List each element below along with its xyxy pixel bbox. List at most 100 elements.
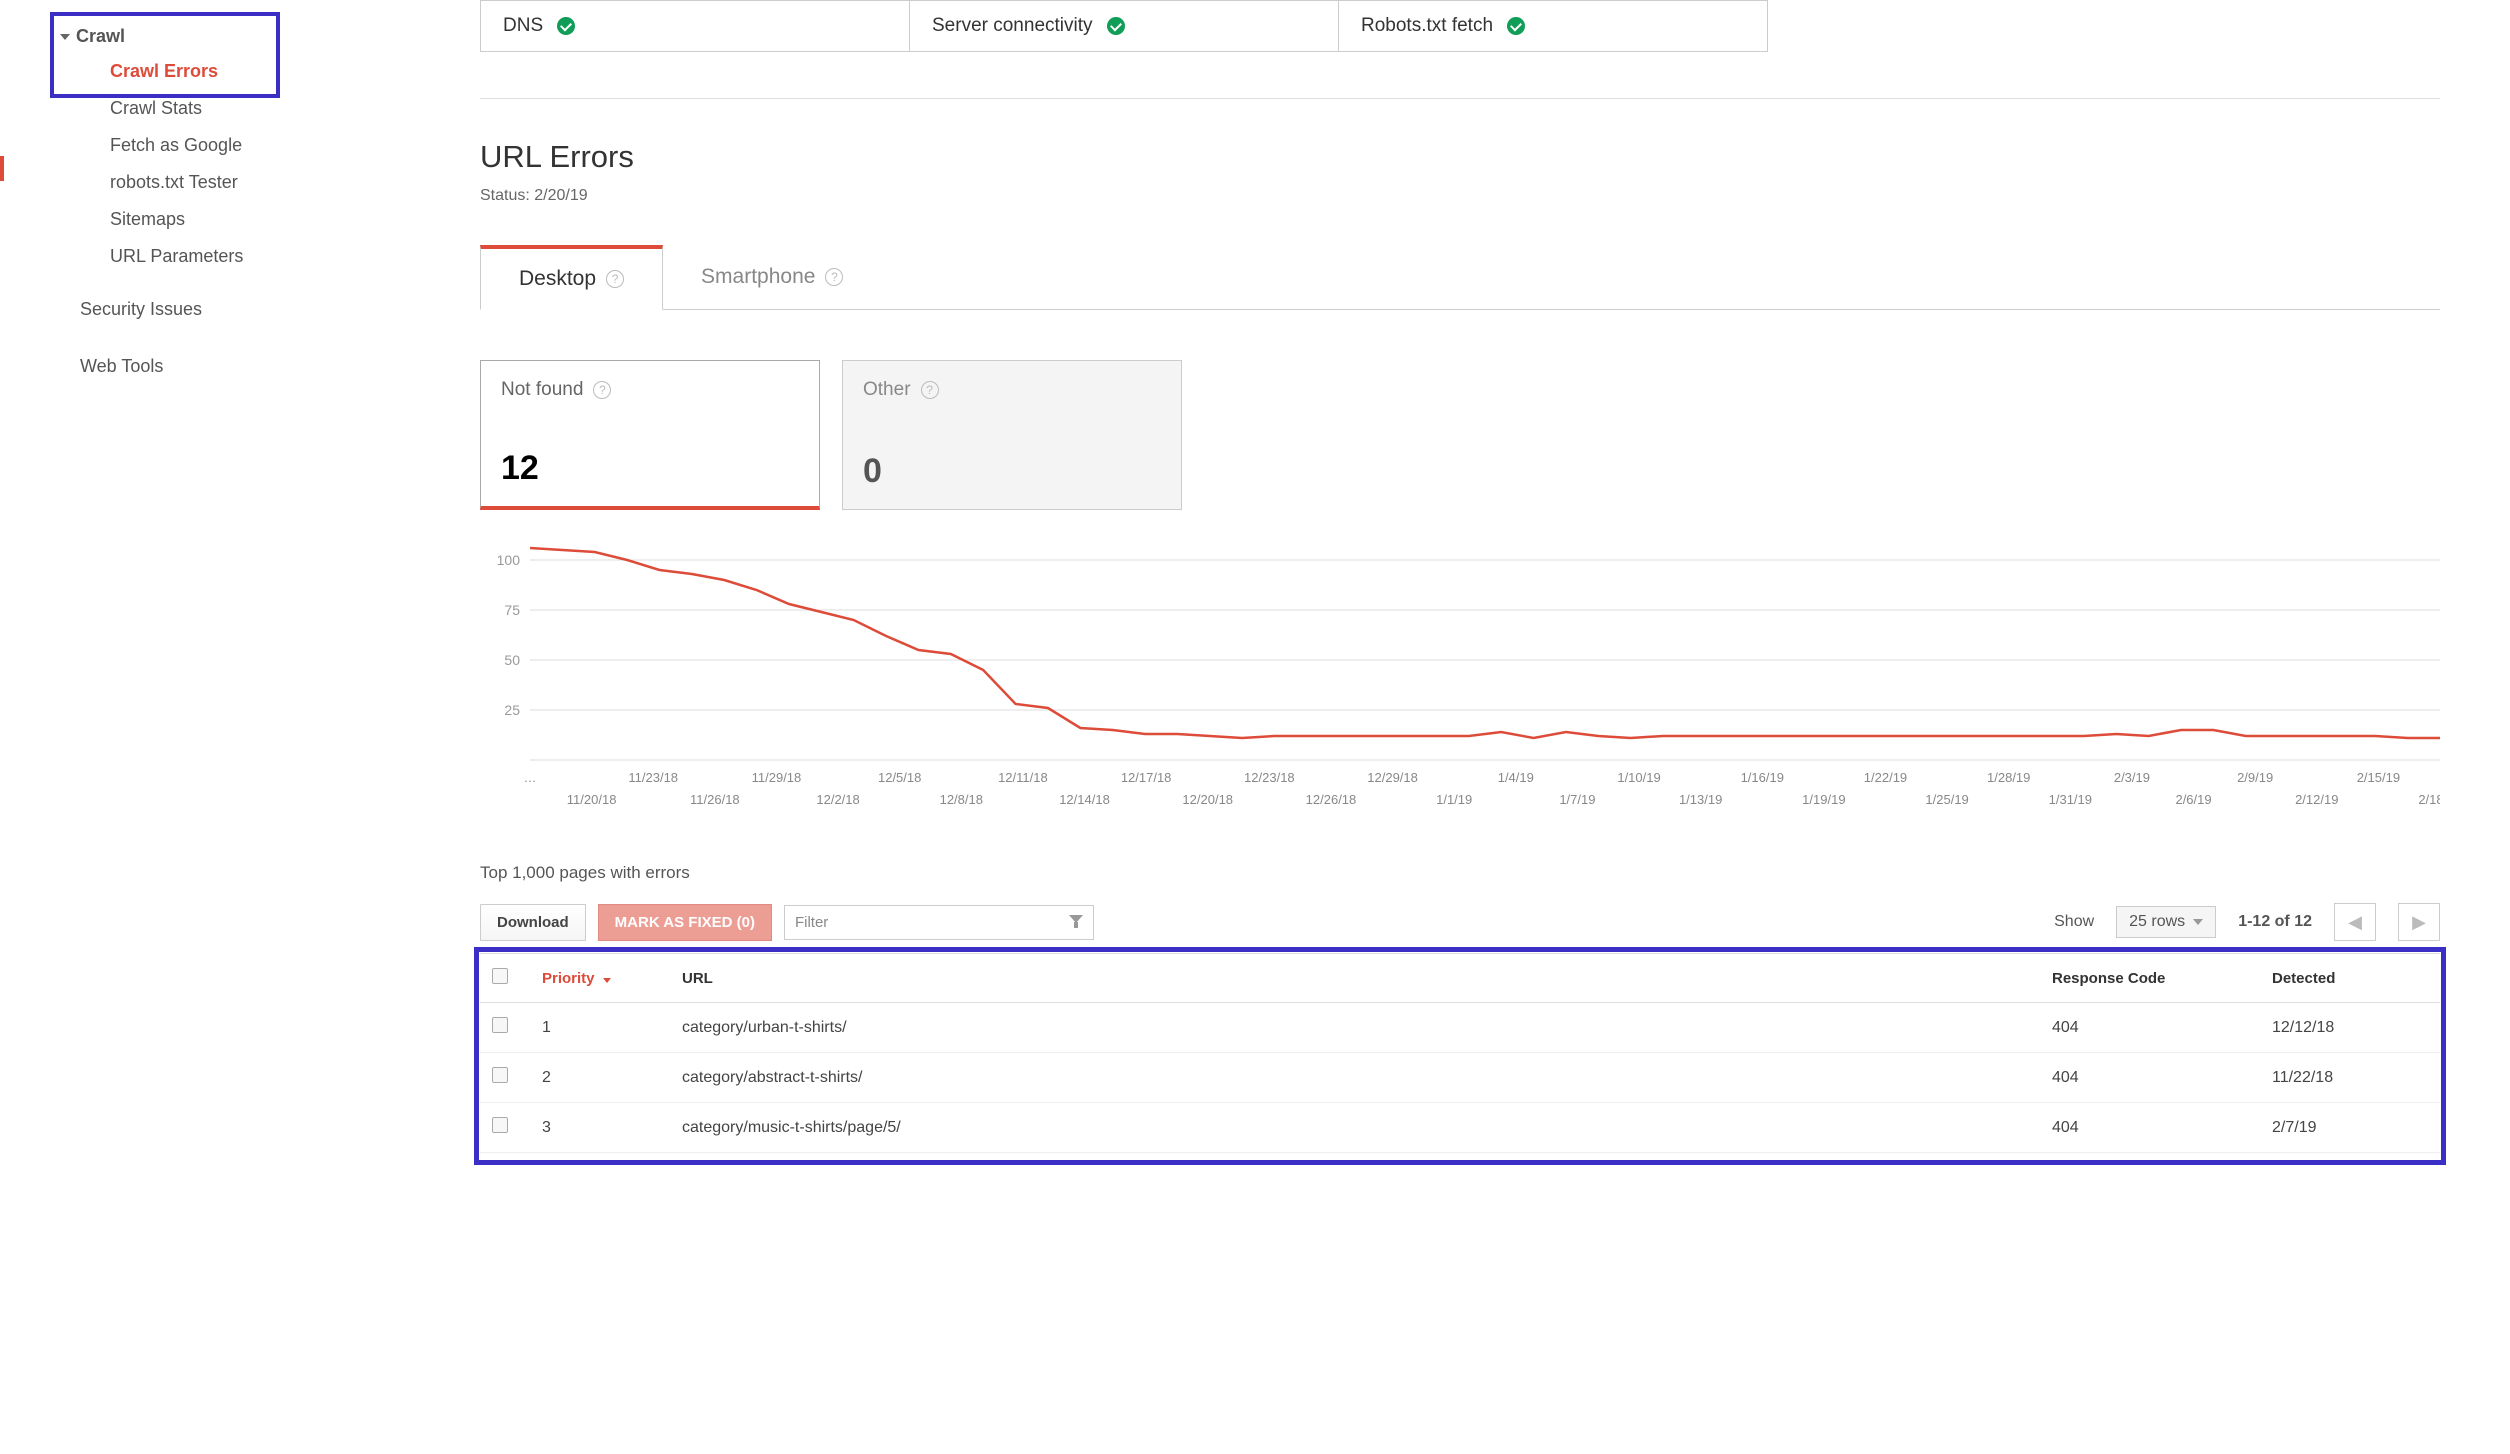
svg-text:1/16/19: 1/16/19: [1741, 770, 1784, 785]
error-trend-chart: 255075100…11/20/1811/23/1811/26/1811/29/…: [480, 530, 2440, 833]
show-label: Show: [2054, 913, 2094, 931]
col-detected[interactable]: Detected: [2260, 954, 2440, 1003]
svg-text:1/1/19: 1/1/19: [1436, 792, 1472, 807]
chart-svg: 255075100…11/20/1811/23/1811/26/1811/29/…: [480, 530, 2440, 830]
metric-label: Other: [863, 379, 911, 401]
next-page-button[interactable]: ▶: [2398, 903, 2440, 941]
svg-text:2/15/19: 2/15/19: [2357, 770, 2400, 785]
svg-text:11/29/18: 11/29/18: [752, 770, 802, 785]
cell-detected: 11/22/18: [2260, 1053, 2440, 1103]
svg-text:12/8/18: 12/8/18: [940, 792, 983, 807]
download-button[interactable]: Download: [480, 904, 586, 941]
chevron-down-icon: [2193, 919, 2203, 925]
svg-text:12/14/18: 12/14/18: [1059, 792, 1110, 807]
status-card-robots[interactable]: Robots.txt fetch: [1338, 0, 1768, 52]
page-title: URL Errors: [480, 139, 2440, 175]
check-icon: [1107, 17, 1125, 35]
table-row[interactable]: 2category/abstract-t-shirts/40411/22/18: [480, 1053, 2440, 1103]
row-checkbox[interactable]: [492, 1017, 508, 1033]
cell-url: category/abstract-t-shirts/: [670, 1053, 2040, 1103]
errors-table: Priority URL Response Code Detected 1cat…: [480, 953, 2440, 1153]
sidebar: Crawl Crawl Errors Crawl Stats Fetch as …: [0, 0, 280, 1153]
sidebar-item-sitemaps[interactable]: Sitemaps: [0, 201, 280, 238]
status-card-dns[interactable]: DNS: [480, 0, 910, 52]
svg-text:1/10/19: 1/10/19: [1617, 770, 1660, 785]
filter-icon: [1069, 915, 1083, 929]
accent-bar: [0, 156, 4, 181]
cell-priority: 2: [530, 1053, 670, 1103]
svg-text:12/5/18: 12/5/18: [878, 770, 921, 785]
col-url[interactable]: URL: [670, 954, 2040, 1003]
cell-priority: 1: [530, 1003, 670, 1053]
help-icon[interactable]: ?: [825, 268, 843, 286]
metric-row: Not found ? 12 Other ? 0: [480, 360, 2440, 510]
svg-text:12/29/18: 12/29/18: [1367, 770, 1418, 785]
col-priority[interactable]: Priority: [530, 954, 670, 1003]
svg-text:1/4/19: 1/4/19: [1498, 770, 1534, 785]
table-row[interactable]: 3category/music-t-shirts/page/5/4042/7/1…: [480, 1103, 2440, 1153]
sidebar-item-url-parameters[interactable]: URL Parameters: [0, 238, 280, 275]
tab-smartphone[interactable]: Smartphone ?: [663, 245, 881, 309]
help-icon[interactable]: ?: [593, 381, 611, 399]
cell-url: category/music-t-shirts/page/5/: [670, 1103, 2040, 1153]
cell-priority: 3: [530, 1103, 670, 1153]
svg-text:1/19/19: 1/19/19: [1802, 792, 1845, 807]
device-tabs: Desktop ? Smartphone ?: [480, 245, 2440, 310]
rows-select[interactable]: 25 rows: [2116, 906, 2216, 938]
svg-text:2/6/19: 2/6/19: [2175, 792, 2211, 807]
svg-text:75: 75: [504, 602, 520, 618]
select-all-checkbox[interactable]: [492, 968, 508, 984]
sort-desc-icon: [603, 978, 611, 983]
sidebar-item-crawl-errors[interactable]: Crawl Errors: [0, 53, 280, 90]
sidebar-item-web-tools[interactable]: Web Tools: [0, 348, 280, 385]
cell-response-code: 404: [2040, 1003, 2260, 1053]
status-label: DNS: [503, 15, 543, 37]
metric-value: 0: [863, 452, 1161, 491]
row-checkbox[interactable]: [492, 1117, 508, 1133]
svg-text:12/26/18: 12/26/18: [1306, 792, 1357, 807]
chevron-down-icon: [60, 34, 70, 40]
svg-text:50: 50: [504, 652, 520, 668]
status-line: Status: 2/20/19: [480, 187, 2440, 205]
table-row[interactable]: 1category/urban-t-shirts/40412/12/18: [480, 1003, 2440, 1053]
svg-text:12/2/18: 12/2/18: [816, 792, 859, 807]
tab-label: Desktop: [519, 267, 596, 291]
status-card-server[interactable]: Server connectivity: [909, 0, 1339, 52]
mark-as-fixed-button[interactable]: MARK AS FIXED (0): [598, 904, 772, 941]
svg-text:12/23/18: 12/23/18: [1244, 770, 1295, 785]
cell-response-code: 404: [2040, 1053, 2260, 1103]
cell-response-code: 404: [2040, 1103, 2260, 1153]
svg-text:1/28/19: 1/28/19: [1987, 770, 2030, 785]
svg-text:2/18/19: 2/18/19: [2418, 792, 2440, 807]
sidebar-item-fetch-as-google[interactable]: Fetch as Google: [0, 127, 280, 164]
table-toolbar: Download MARK AS FIXED (0) Filter Show 2…: [480, 903, 2440, 941]
help-icon[interactable]: ?: [606, 270, 624, 288]
sidebar-item-security-issues[interactable]: Security Issues: [0, 291, 280, 328]
svg-text:11/20/18: 11/20/18: [567, 792, 617, 807]
svg-text:2/12/19: 2/12/19: [2295, 792, 2338, 807]
metric-card-not-found[interactable]: Not found ? 12: [480, 360, 820, 510]
cell-url: category/urban-t-shirts/: [670, 1003, 2040, 1053]
svg-text:1/13/19: 1/13/19: [1679, 792, 1722, 807]
row-checkbox[interactable]: [492, 1067, 508, 1083]
svg-text:2/9/19: 2/9/19: [2237, 770, 2273, 785]
metric-card-other[interactable]: Other ? 0: [842, 360, 1182, 510]
prev-page-button[interactable]: ◀: [2334, 903, 2376, 941]
svg-text:100: 100: [497, 552, 521, 568]
svg-text:1/22/19: 1/22/19: [1864, 770, 1907, 785]
help-icon[interactable]: ?: [921, 381, 939, 399]
sidebar-group-crawl[interactable]: Crawl: [0, 20, 280, 53]
col-response-code[interactable]: Response Code: [2040, 954, 2260, 1003]
filter-input[interactable]: Filter: [784, 905, 1094, 940]
metric-label: Not found: [501, 379, 583, 401]
svg-text:11/23/18: 11/23/18: [628, 770, 678, 785]
sidebar-group-label: Crawl: [76, 26, 125, 47]
metric-value: 12: [501, 449, 799, 488]
svg-text:12/11/18: 12/11/18: [998, 770, 1048, 785]
tab-desktop[interactable]: Desktop ?: [480, 245, 663, 310]
tab-label: Smartphone: [701, 265, 815, 289]
sidebar-item-crawl-stats[interactable]: Crawl Stats: [0, 90, 280, 127]
sidebar-item-robots-tester[interactable]: robots.txt Tester: [0, 164, 280, 201]
cell-detected: 2/7/19: [2260, 1103, 2440, 1153]
check-icon: [1507, 17, 1525, 35]
